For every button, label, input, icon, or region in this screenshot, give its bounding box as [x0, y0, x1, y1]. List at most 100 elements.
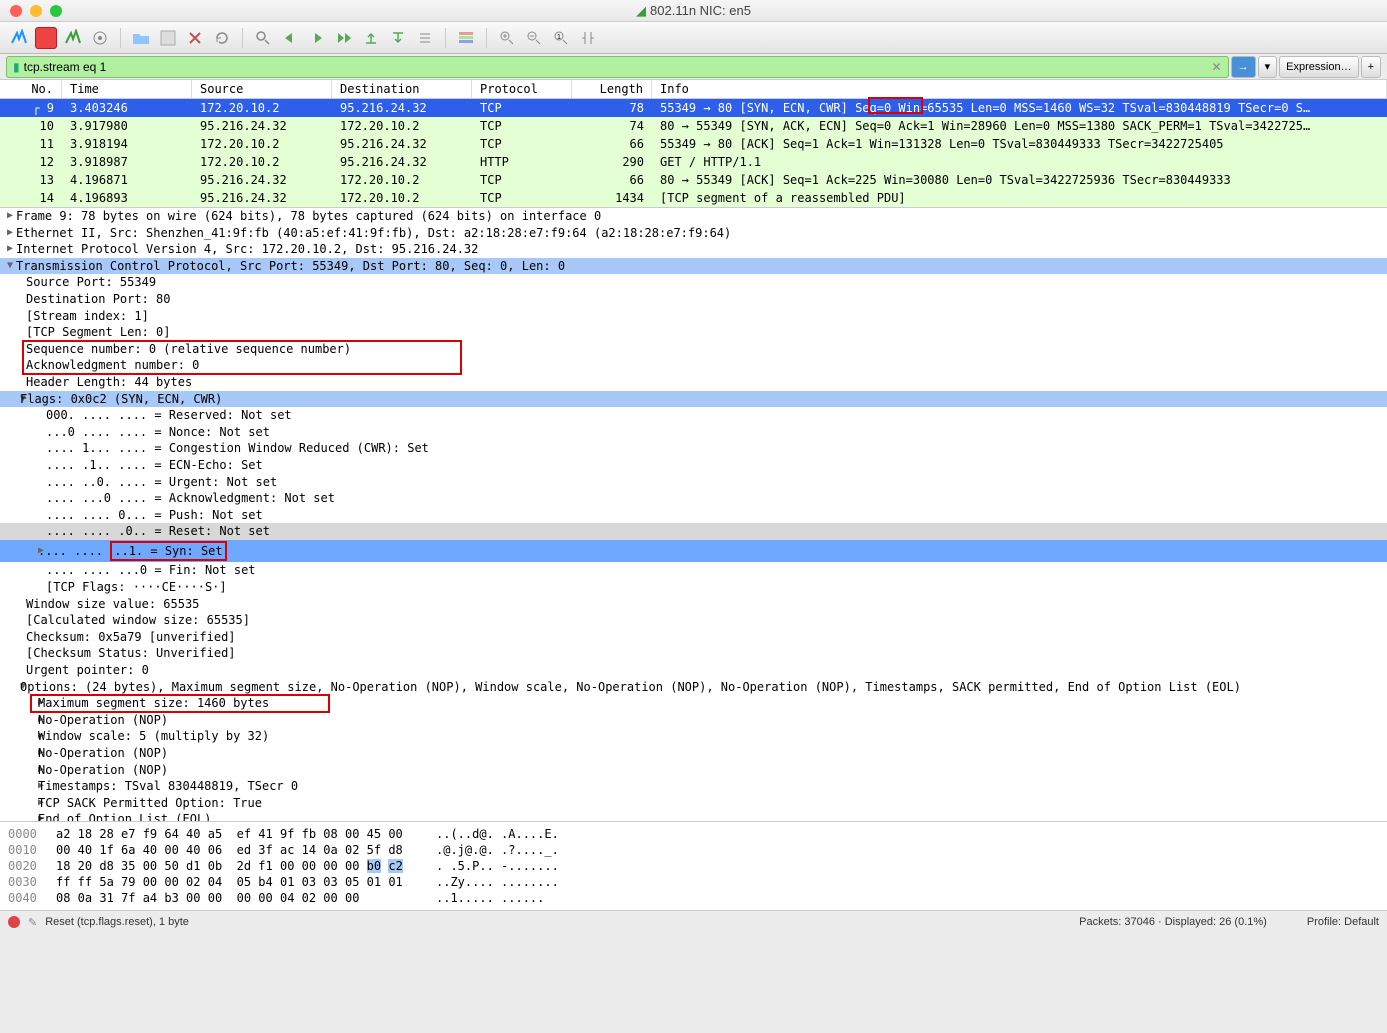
- filter-dropdown-button[interactable]: ▾: [1258, 56, 1278, 78]
- ip-summary[interactable]: Internet Protocol Version 4, Src: 172.20…: [16, 241, 478, 258]
- hex-row[interactable]: 004008 0a 31 7f a4 b3 00 00 00 00 04 02 …: [8, 890, 1379, 906]
- packet-row[interactable]: 113.918194172.20.10.295.216.24.32TCP6655…: [0, 135, 1387, 153]
- flag-fin[interactable]: .... .... ...0 = Fin: Not set: [0, 562, 1387, 579]
- go-to-packet-button[interactable]: [333, 27, 355, 49]
- open-file-button[interactable]: [130, 27, 152, 49]
- hex-row[interactable]: 002018 20 d8 35 00 50 d1 0b 2d f1 00 00 …: [8, 858, 1379, 874]
- filter-toolbar: ▮ ✕ → ▾ Expression… +: [0, 54, 1387, 80]
- packet-list-header: No.Time SourceDestination ProtocolLength…: [0, 80, 1387, 99]
- go-forward-button[interactable]: [306, 27, 328, 49]
- flag-push[interactable]: .... .... 0... = Push: Not set: [0, 507, 1387, 524]
- apply-filter-button[interactable]: →: [1231, 56, 1256, 78]
- collapse-icon[interactable]: ▼: [4, 258, 16, 275]
- opt-nop[interactable]: No-Operation (NOP): [38, 712, 168, 729]
- tcp-dstport[interactable]: Destination Port: 80: [0, 291, 1387, 308]
- flag-nonce[interactable]: ...0 .... .... = Nonce: Not set: [0, 424, 1387, 441]
- hex-row[interactable]: 0000a2 18 28 e7 f9 64 40 a5 ef 41 9f fb …: [8, 826, 1379, 842]
- packet-bytes-pane[interactable]: 0000a2 18 28 e7 f9 64 40 a5 ef 41 9f fb …: [0, 822, 1387, 911]
- flag-reserved[interactable]: 000. .... .... = Reserved: Not set: [0, 407, 1387, 424]
- tcp-summary[interactable]: Transmission Control Protocol, Src Port:…: [16, 258, 565, 275]
- expand-icon[interactable]: ▶: [4, 208, 16, 225]
- auto-scroll-button[interactable]: [414, 27, 436, 49]
- flag-cwr[interactable]: .... 1... .... = Congestion Window Reduc…: [0, 440, 1387, 457]
- opt-nop[interactable]: No-Operation (NOP): [38, 762, 168, 779]
- expand-icon[interactable]: ▶: [4, 745, 38, 762]
- tcp-checksum[interactable]: Checksum: 0x5a79 [unverified]: [0, 629, 1387, 646]
- packet-details-pane[interactable]: ▶Frame 9: 78 bytes on wire (624 bits), 7…: [0, 208, 1387, 822]
- edit-icon[interactable]: ✎: [28, 916, 37, 929]
- hex-row[interactable]: 0030ff ff 5a 79 00 00 02 04 05 b4 01 03 …: [8, 874, 1379, 890]
- tcp-calcwindow[interactable]: [Calculated window size: 65535]: [0, 612, 1387, 629]
- tcp-ack[interactable]: Acknowledgment number: 0: [0, 357, 1387, 374]
- go-first-button[interactable]: [360, 27, 382, 49]
- packet-row[interactable]: 134.19687195.216.24.32172.20.10.2TCP6680…: [0, 171, 1387, 189]
- expand-icon[interactable]: ▶: [4, 728, 38, 745]
- save-file-button[interactable]: [157, 27, 179, 49]
- stop-capture-button[interactable]: [35, 27, 57, 49]
- packet-row[interactable]: 144.19689395.216.24.32172.20.10.2TCP1434…: [0, 189, 1387, 207]
- reload-button[interactable]: [211, 27, 233, 49]
- clear-filter-icon[interactable]: ✕: [1212, 60, 1222, 74]
- wireshark-icon[interactable]: [8, 27, 30, 49]
- restart-capture-button[interactable]: [62, 27, 84, 49]
- expand-icon[interactable]: ▶: [4, 241, 16, 258]
- flag-urg[interactable]: .... ..0. .... = Urgent: Not set: [0, 474, 1387, 491]
- opt-eol[interactable]: End of Option List (EOL): [38, 811, 211, 822]
- expand-icon[interactable]: ▶: [4, 795, 38, 812]
- tcp-flagstr[interactable]: [TCP Flags: ····CE····S·]: [0, 579, 1387, 596]
- packet-row[interactable]: 123.918987172.20.10.295.216.24.32HTTP290…: [0, 153, 1387, 171]
- tcp-seglen[interactable]: [TCP Segment Len: 0]: [0, 324, 1387, 341]
- add-filter-button[interactable]: +: [1361, 56, 1381, 78]
- resize-columns-button[interactable]: [577, 27, 599, 49]
- packet-row[interactable]: 103.91798095.216.24.32172.20.10.2TCP7480…: [0, 117, 1387, 135]
- opt-timestamps[interactable]: Timestamps: TSval 830448819, TSecr 0: [38, 778, 298, 795]
- opt-nop[interactable]: No-Operation (NOP): [38, 745, 168, 762]
- expert-info-icon[interactable]: [8, 916, 20, 928]
- tcp-checksum-status[interactable]: [Checksum Status: Unverified]: [0, 645, 1387, 662]
- go-back-button[interactable]: [279, 27, 301, 49]
- flag-reset[interactable]: .... .... .0.. = Reset: Not set: [0, 523, 1387, 540]
- expand-icon[interactable]: ▶: [4, 811, 38, 822]
- capture-options-button[interactable]: [89, 27, 111, 49]
- expand-icon[interactable]: ▶: [4, 225, 16, 242]
- colorize-button[interactable]: [455, 27, 477, 49]
- bookmark-icon[interactable]: ▮: [13, 60, 20, 74]
- collapse-icon[interactable]: ▼: [4, 391, 20, 408]
- tcp-seq[interactable]: Sequence number: 0 (relative sequence nu…: [0, 341, 1387, 358]
- tcp-options[interactable]: Options: (24 bytes), Maximum segment siz…: [20, 679, 1241, 696]
- close-file-button[interactable]: [184, 27, 206, 49]
- expand-icon[interactable]: ▶: [4, 712, 38, 729]
- expression-button[interactable]: Expression…: [1279, 56, 1358, 78]
- zoom-reset-button[interactable]: 1: [550, 27, 572, 49]
- display-filter-input-wrapper: ▮ ✕: [6, 56, 1229, 78]
- wireshark-fin-icon: ◢: [636, 3, 646, 18]
- find-packet-button[interactable]: [252, 27, 274, 49]
- packet-list-pane[interactable]: No.Time SourceDestination ProtocolLength…: [0, 80, 1387, 208]
- flag-syn[interactable]: ▶ .... .... ..1. = Syn: Set: [0, 540, 1387, 563]
- opt-sack[interactable]: TCP SACK Permitted Option: True: [38, 795, 262, 812]
- flag-ack[interactable]: .... ...0 .... = Acknowledgment: Not set: [0, 490, 1387, 507]
- opt-mss[interactable]: Maximum segment size: 1460 bytes: [38, 695, 269, 712]
- tcp-hlen[interactable]: Header Length: 44 bytes: [0, 374, 1387, 391]
- packet-row[interactable]: ┌ 93.403246172.20.10.295.216.24.32TCP785…: [0, 99, 1387, 117]
- tcp-window[interactable]: Window size value: 65535: [0, 596, 1387, 613]
- tcp-flags[interactable]: Flags: 0x0c2 (SYN, ECN, CWR): [20, 391, 222, 408]
- hex-row[interactable]: 001000 40 1f 6a 40 00 40 06 ed 3f ac 14 …: [8, 842, 1379, 858]
- expand-icon[interactable]: ▶: [4, 778, 38, 795]
- zoom-in-button[interactable]: [496, 27, 518, 49]
- display-filter-input[interactable]: [24, 60, 1212, 74]
- collapse-icon[interactable]: ▼: [4, 679, 20, 696]
- status-profile[interactable]: Profile: Default: [1307, 916, 1379, 928]
- ethernet-summary[interactable]: Ethernet II, Src: Shenzhen_41:9f:fb (40:…: [16, 225, 731, 242]
- tcp-stream[interactable]: [Stream index: 1]: [0, 308, 1387, 325]
- expand-icon[interactable]: ▶: [4, 543, 38, 560]
- flag-ecn[interactable]: .... .1.. .... = ECN-Echo: Set: [0, 457, 1387, 474]
- expand-icon[interactable]: ▶: [4, 762, 38, 779]
- frame-summary[interactable]: Frame 9: 78 bytes on wire (624 bits), 78…: [16, 208, 601, 225]
- opt-windowscale[interactable]: Window scale: 5 (multiply by 32): [38, 728, 269, 745]
- expand-icon[interactable]: ▶: [4, 695, 38, 712]
- tcp-srcport[interactable]: Source Port: 55349: [0, 274, 1387, 291]
- tcp-urgptr[interactable]: Urgent pointer: 0: [0, 662, 1387, 679]
- go-last-button[interactable]: [387, 27, 409, 49]
- zoom-out-button[interactable]: [523, 27, 545, 49]
